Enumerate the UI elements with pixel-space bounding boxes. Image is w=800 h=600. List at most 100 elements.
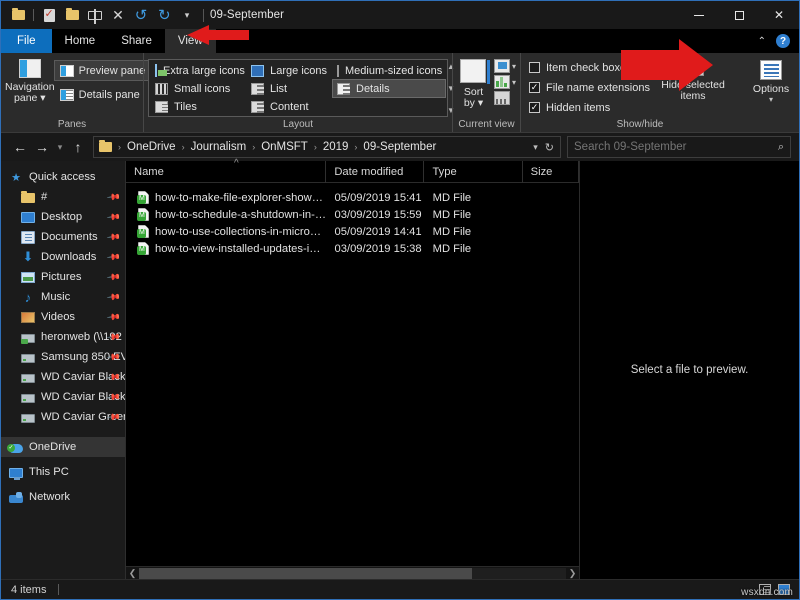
rename-icon[interactable] (85, 5, 105, 25)
hidden-items-checkbox[interactable]: ✓ Hidden items (525, 98, 655, 117)
refresh-icon[interactable]: ↻ (545, 141, 554, 154)
layout-large-icons[interactable]: Large icons (247, 62, 333, 79)
help-icon[interactable]: ? (776, 34, 790, 48)
sidebar-item-pictures[interactable]: Pictures 📌 (1, 267, 125, 287)
file-name-cell[interactable]: M how-to-make-file-explorer-show-full-pa… (126, 191, 327, 204)
chevron-up-icon[interactable]: ⌃ (758, 36, 766, 47)
search-icon[interactable]: ⌕ (778, 141, 784, 154)
column-header-name[interactable]: Name (126, 161, 326, 183)
sidebar-item-network[interactable]: Network (1, 487, 125, 507)
pin-icon[interactable]: 📌 (106, 189, 122, 205)
folder-icon[interactable] (8, 5, 28, 25)
breadcrumb-journalism[interactable]: Journalism (188, 141, 250, 153)
previous-locations-icon[interactable]: ▾ (533, 142, 538, 153)
group-by-button[interactable]: ▾ (494, 75, 516, 89)
chevron-down-icon[interactable]: ▾ (512, 78, 516, 87)
minimize-button[interactable] (679, 1, 719, 29)
options-button[interactable]: Options ▾ (742, 56, 800, 104)
drive-icon (21, 394, 35, 403)
layout-tiles[interactable]: Tiles (151, 98, 247, 115)
sidebar-item-quick-access[interactable]: ★ Quick access (1, 167, 125, 187)
file-name-cell[interactable]: M how-to-schedule-a-shutdown-in-windo... (126, 208, 327, 221)
undo-icon[interactable]: ↺ (131, 5, 151, 25)
layout-list[interactable]: List (247, 80, 333, 97)
details-pane-button[interactable]: Details pane (55, 85, 151, 104)
close-button[interactable]: ✕ (759, 1, 799, 29)
layout-medium-icons[interactable]: Medium-sized icons (333, 62, 445, 79)
add-columns-button[interactable]: ▾ (494, 59, 516, 73)
customize-qat-icon[interactable]: ▾ (177, 5, 197, 25)
file-name-cell[interactable]: M how-to-use-collections-in-microsoft-ed… (126, 225, 327, 238)
chevron-down-icon[interactable]: ▾ (769, 95, 773, 104)
tab-share[interactable]: Share (108, 29, 165, 53)
sidebar-item-this-pc[interactable]: This PC (1, 462, 125, 482)
sidebar-item-onedrive[interactable]: OneDrive (1, 437, 125, 457)
search-input[interactable] (574, 141, 778, 153)
size-columns-button[interactable] (494, 91, 516, 105)
redo-icon[interactable]: ↺ (154, 5, 174, 25)
column-header-type[interactable]: Type (424, 161, 522, 183)
scroll-left-arrow-icon[interactable]: ❮ (126, 568, 139, 579)
sort-by-button[interactable]: Sort by ▾ (459, 56, 488, 109)
current-view-buttons: ▾ ▾ (488, 56, 516, 105)
sidebar-item-heronweb[interactable]: heronweb (\\192 📌 (1, 327, 125, 347)
pin-icon[interactable]: 📌 (106, 289, 122, 305)
maximize-button[interactable] (719, 1, 759, 29)
status-divider (58, 584, 59, 595)
breadcrumb-bar[interactable]: › OneDrive › Journalism › OnMSFT › 2019 … (93, 136, 561, 158)
search-box[interactable]: ⌕ (567, 136, 791, 158)
sidebar-item-samsung-850[interactable]: Samsung 850 EV 📌 (1, 347, 125, 367)
scroll-right-arrow-icon[interactable]: ❯ (566, 568, 579, 579)
group-by-icon (494, 75, 510, 89)
column-header-date-modified[interactable]: Date modified (326, 161, 424, 183)
preview-pane: Select a file to preview. (579, 161, 799, 579)
file-name-cell[interactable]: M how-to-view-installed-updates-in-windo… (126, 242, 327, 255)
pin-icon[interactable]: 📌 (106, 229, 122, 245)
chevron-down-icon[interactable]: ▾ (512, 62, 516, 71)
sidebar-item-downloads[interactable]: ⬇ Downloads 📌 (1, 247, 125, 267)
sidebar-item-wd-caviar-green[interactable]: WD Caviar Greer 📌 (1, 407, 125, 427)
breadcrumb-onmsft[interactable]: OnMSFT (258, 141, 311, 153)
table-row[interactable]: M how-to-use-collections-in-microsoft-ed… (126, 223, 579, 240)
delete-icon[interactable]: ✕ (108, 5, 128, 25)
navigation-pane-button[interactable]: Navigation pane ▾ (5, 56, 55, 104)
scrollbar-thumb[interactable] (139, 568, 472, 579)
layout-extra-large-icons[interactable]: Extra large icons (151, 62, 247, 79)
layout-content[interactable]: Content (247, 98, 333, 115)
layout-small-icons[interactable]: Small icons (151, 80, 247, 97)
pin-icon[interactable]: 📌 (106, 249, 122, 265)
up-button[interactable]: ↑ (67, 136, 89, 158)
videos-icon (21, 312, 35, 323)
sidebar-item-documents[interactable]: Documents 📌 (1, 227, 125, 247)
sidebar-item-desktop[interactable]: Desktop 📌 (1, 207, 125, 227)
tab-home[interactable]: Home (52, 29, 109, 53)
sidebar-item-videos[interactable]: Videos 📌 (1, 307, 125, 327)
breadcrumb-current[interactable]: 09-September (360, 141, 439, 153)
column-header-size[interactable]: Size (523, 161, 579, 183)
scrollbar-track[interactable] (139, 568, 566, 579)
pin-icon[interactable]: 📌 (106, 309, 122, 325)
tab-file[interactable]: File (1, 29, 52, 53)
recent-locations-button[interactable]: ▾ (53, 136, 67, 158)
preview-message: Select a file to preview. (631, 364, 749, 376)
table-row[interactable]: M how-to-view-installed-updates-in-windo… (126, 240, 579, 257)
back-button[interactable]: ← (9, 136, 31, 158)
breadcrumb-2019[interactable]: 2019 (320, 141, 352, 153)
breadcrumb-onedrive[interactable]: OneDrive (124, 141, 179, 153)
pin-icon[interactable]: 📌 (106, 269, 122, 285)
table-row[interactable]: M how-to-make-file-explorer-show-full-pa… (126, 189, 579, 206)
sidebar-item-label: Videos (41, 311, 75, 323)
properties-icon[interactable] (39, 5, 59, 25)
sidebar-item-wd-caviar-black-2[interactable]: WD Caviar Black 📌 (1, 387, 125, 407)
forward-button[interactable]: → (31, 136, 53, 158)
new-folder-icon[interactable] (62, 5, 82, 25)
sidebar-item-hash[interactable]: # 📌 (1, 187, 125, 207)
horizontal-scrollbar[interactable]: ❮ ❯ (126, 566, 579, 579)
pin-icon[interactable]: 📌 (106, 209, 122, 225)
layout-details[interactable]: Details (333, 80, 445, 97)
sidebar-item-music[interactable]: ♪ Music 📌 (1, 287, 125, 307)
network-drive-icon (21, 334, 35, 343)
sidebar-item-wd-caviar-black-1[interactable]: WD Caviar Black 📌 (1, 367, 125, 387)
preview-pane-button[interactable]: Preview pane (55, 61, 151, 80)
table-row[interactable]: M how-to-schedule-a-shutdown-in-windo...… (126, 206, 579, 223)
